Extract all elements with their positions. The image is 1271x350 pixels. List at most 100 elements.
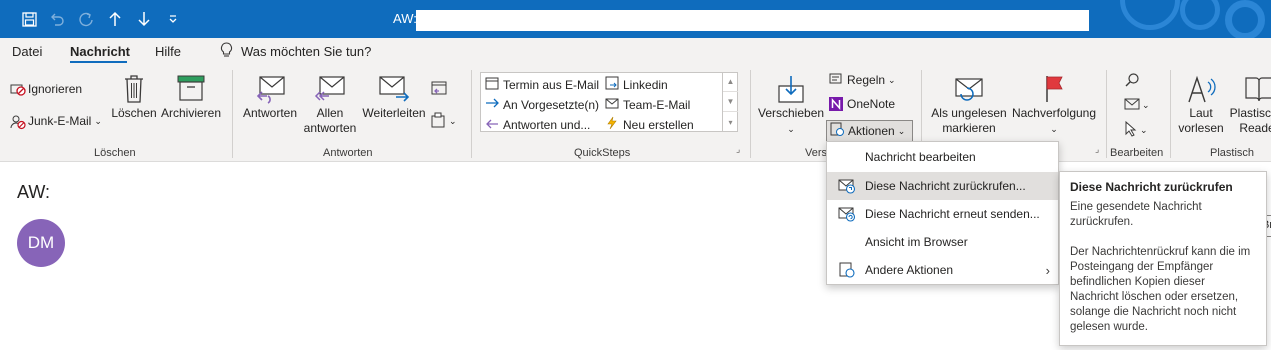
scroll-up-icon[interactable]: ▲ (723, 72, 738, 92)
archive-label: Archivieren (160, 106, 222, 120)
delete-button[interactable]: Löschen (111, 74, 157, 121)
immersive-reader-label-2: Reader (1239, 121, 1271, 135)
flag-icon (1010, 74, 1098, 106)
mark-unread-button[interactable]: Als ungelesen markieren (928, 74, 1010, 136)
customize-icon[interactable] (160, 8, 186, 30)
group-divider (1170, 70, 1171, 158)
followup-button[interactable]: Nachverfolgung ⌄ (1010, 74, 1098, 137)
mark-unread-label-1: Als ungelesen (931, 106, 1007, 120)
quickstep-item[interactable]: An Vorgesetzte(n) (485, 96, 599, 113)
window-title: AW: (393, 11, 417, 26)
quickstep-item[interactable]: Termin aus E-Mail (485, 76, 599, 93)
forward-button[interactable]: Weiterleiten (360, 74, 428, 121)
trash-icon (111, 74, 157, 106)
reply-all-label-1: Allen (316, 106, 344, 120)
chevron-down-icon: ⌄ (1050, 124, 1058, 134)
quickstep-label: An Vorgesetzte(n) (503, 97, 600, 112)
junk-email-button[interactable]: Junk-E-Mail ⌄ (10, 114, 102, 130)
dialog-launcher-icon[interactable]: ⌟ (1095, 144, 1099, 155)
calendar-icon (485, 76, 499, 93)
group-divider (471, 70, 472, 158)
search-placeholder[interactable]: Was möchten Sie tun? (241, 44, 371, 59)
actions-button[interactable]: Aktionen ⌄ (826, 120, 913, 142)
down-arrow-icon[interactable] (131, 8, 157, 30)
redo-icon[interactable] (73, 8, 99, 30)
quickstep-item[interactable]: Antworten und... (485, 116, 590, 133)
group-label-bearbeiten: Bearbeiten (1110, 147, 1164, 159)
tab-datei[interactable]: Datei (12, 44, 42, 59)
rules-button[interactable]: Regeln ⌄ (829, 73, 896, 87)
group-label-plastisch: Plastisch (1210, 147, 1255, 159)
chevron-down-icon: ⌄ (897, 125, 906, 136)
tooltip-title: Diese Nachricht zurückrufen (1070, 180, 1233, 194)
find-button[interactable] (1124, 72, 1140, 91)
move-button[interactable]: Verschieben ⌄ (758, 74, 824, 137)
immersive-reader-icon (1226, 74, 1271, 106)
meeting-reply-button[interactable] (430, 80, 448, 99)
read-aloud-label-2: vorlesen (1178, 121, 1224, 135)
junk-icon (10, 114, 26, 130)
undo-icon[interactable] (44, 8, 70, 30)
chevron-right-icon: › (1045, 262, 1050, 278)
forward-label: Weiterleiten (362, 106, 426, 120)
related-button[interactable]: ⌄ (1124, 97, 1150, 114)
search-box[interactable]: Was möchten Sie tun? (220, 42, 371, 61)
reply-arrow-icon (485, 116, 499, 133)
menu-item-view-in-browser[interactable]: Ansicht im Browser (827, 228, 1058, 256)
quickstep-label: Termin aus E-Mail (503, 77, 600, 92)
arrow-right-icon (485, 96, 499, 113)
expand-gallery-icon[interactable]: ▾ (723, 112, 738, 132)
chevron-down-icon: ⌄ (94, 115, 102, 126)
rules-label: Regeln (847, 73, 886, 87)
onenote-label: OneNote (847, 97, 896, 111)
ribbon-tabs: Datei Nachricht Hilfe Was möchten Sie tu… (0, 38, 1271, 66)
reply-all-label-2: antworten (303, 121, 357, 135)
more-reply-button[interactable]: ⌄ (430, 112, 457, 131)
menu-item-resend-message[interactable]: Diese Nachricht erneut senden... (827, 200, 1058, 228)
search-icon (1124, 73, 1140, 91)
menu-item-label: Diese Nachricht zurückrufen... (865, 179, 1026, 193)
onenote-icon (829, 97, 843, 111)
save-icon[interactable] (16, 8, 42, 30)
forward-icon (360, 74, 428, 106)
onenote-button[interactable]: OneNote (829, 97, 895, 111)
quickstep-item[interactable]: Team-E-Mail (605, 96, 690, 113)
reply-all-icon (302, 74, 358, 106)
avatar[interactable]: DM (17, 219, 65, 267)
mark-unread-icon (928, 74, 1010, 106)
menu-item-edit-message[interactable]: Nachricht bearbeiten (827, 143, 1058, 171)
quickstep-item[interactable]: Neu erstellen (605, 116, 694, 133)
group-divider (1106, 70, 1107, 158)
immersive-reader-button[interactable]: Plastischer Reader (1226, 74, 1271, 136)
chevron-down-icon: ⌄ (888, 74, 896, 85)
lightning-icon (605, 116, 619, 133)
archive-button[interactable]: Archivieren (160, 74, 222, 121)
ignore-icon (10, 82, 26, 96)
move-icon (758, 74, 824, 106)
menu-item-other-actions[interactable]: Andere Aktionen › (827, 256, 1058, 284)
mark-unread-label-2: markieren (942, 121, 996, 135)
tab-hilfe[interactable]: Hilfe (155, 44, 181, 59)
tooltip-paragraph-1: Eine gesendete Nachricht zurückrufen. (1070, 201, 1202, 228)
dialog-launcher-icon[interactable]: ⌟ (736, 144, 740, 155)
chevron-down-icon: ⌄ (449, 116, 457, 126)
reply-icon (240, 74, 300, 106)
team-mail-icon (605, 96, 619, 113)
group-label-verschieben: Vers (805, 147, 828, 159)
quickstep-item[interactable]: Linkedin (605, 76, 668, 93)
chevron-down-icon: ⌄ (1140, 125, 1148, 135)
select-button[interactable]: ⌄ (1124, 120, 1148, 140)
reply-button[interactable]: Antworten (240, 74, 300, 121)
reply-all-button[interactable]: Allen antworten (302, 74, 358, 136)
decorative-circle (1120, 0, 1180, 30)
group-label-quicksteps: QuickSteps (574, 147, 631, 159)
menu-item-recall-message[interactable]: Diese Nachricht zurückrufen... (827, 172, 1058, 200)
tab-nachricht[interactable]: Nachricht (70, 44, 130, 59)
move-label: Verschieben (758, 106, 825, 120)
scroll-down-icon[interactable]: ▼ (723, 92, 738, 112)
immersive-reader-label-1: Plastischer (1229, 106, 1271, 120)
read-aloud-button[interactable]: Laut vorlesen (1176, 74, 1226, 136)
up-arrow-icon[interactable] (102, 8, 128, 30)
ignore-button[interactable]: Ignorieren (10, 82, 82, 96)
followup-label: Nachverfolgung (1011, 106, 1097, 120)
